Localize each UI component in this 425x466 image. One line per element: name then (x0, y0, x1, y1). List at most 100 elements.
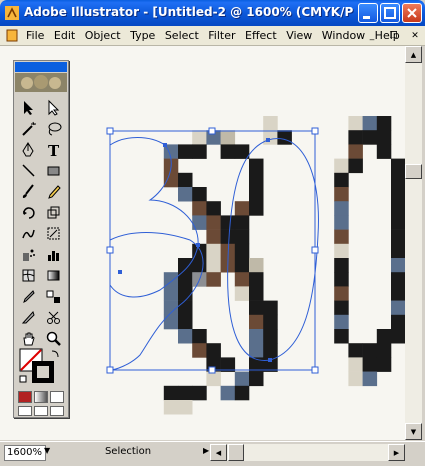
lasso-tool-icon (48, 122, 62, 136)
document-icon[interactable] (6, 29, 18, 42)
horizontal-scroll-thumb[interactable] (228, 444, 244, 461)
menu-object[interactable]: Object (85, 29, 121, 42)
mesh-tool-button[interactable] (16, 265, 41, 286)
close-icon (407, 8, 417, 18)
type-tool-button[interactable]: T (41, 139, 66, 160)
line-segment-tool-button[interactable] (16, 160, 41, 181)
pixel (334, 229, 349, 245)
hand-tool-button[interactable] (16, 328, 41, 349)
column-graph-tool-button[interactable] (41, 244, 66, 265)
slice-tool-icon (21, 311, 35, 324)
pixel (334, 243, 349, 259)
line-segment-tool-icon (22, 164, 35, 177)
full-screen-menubar-mode-icon[interactable] (34, 406, 48, 416)
pixel (249, 343, 264, 358)
magic-wand-tool-button[interactable] (16, 118, 41, 139)
magic-wand-tool-icon (22, 121, 36, 136)
pixel (263, 314, 278, 330)
vertical-scrollbar[interactable]: ▲ ▼ (405, 46, 422, 440)
pixel (206, 343, 221, 358)
zoom-tool-button[interactable] (41, 328, 66, 349)
pixel (334, 329, 349, 344)
doc-close-button[interactable]: ✕ (407, 29, 423, 44)
none-mode-icon[interactable] (50, 391, 64, 403)
minimize-button[interactable] (358, 3, 378, 23)
slice-tool-button[interactable] (16, 307, 41, 328)
pixel (376, 357, 392, 372)
free-transform-tool-button[interactable] (41, 223, 66, 244)
pixel (206, 243, 221, 259)
close-button[interactable] (402, 3, 422, 23)
pixel (263, 343, 278, 358)
scroll-down-button[interactable]: ▼ (405, 423, 422, 440)
horizontal-scrollbar[interactable]: ◀ ▶ (210, 444, 405, 461)
pixel (178, 329, 193, 344)
full-screen-mode-icon[interactable] (50, 406, 64, 416)
minimize-icon (363, 16, 370, 19)
scale-tool-button[interactable] (41, 202, 66, 223)
pixel (178, 144, 193, 159)
blend-tool-button[interactable] (41, 286, 66, 307)
vertical-scroll-thumb[interactable] (405, 164, 422, 179)
pixel (234, 385, 250, 401)
gradient-mode-icon[interactable] (34, 391, 48, 403)
zoom-dropdown-icon[interactable]: ▼ (44, 446, 50, 455)
pixel (220, 215, 236, 230)
pixel (362, 130, 378, 145)
scissors-tool-button[interactable] (41, 307, 66, 328)
pixel (206, 258, 221, 273)
color-mode-icon[interactable] (18, 391, 32, 403)
illustrator-app-icon[interactable] (5, 6, 19, 20)
pixel (206, 371, 221, 387)
tools-panel-titlebar[interactable] (15, 62, 67, 72)
zoom-level-field[interactable]: 1600% (4, 445, 46, 461)
menu-view[interactable]: View (286, 29, 312, 42)
scroll-left-button[interactable]: ◀ (210, 444, 227, 461)
zoom-tool-icon (46, 331, 61, 346)
scroll-right-button[interactable]: ▶ (388, 444, 405, 461)
pixel (249, 300, 264, 316)
eyedropper-tool-button[interactable] (16, 286, 41, 307)
status-menu-arrow-icon[interactable]: ▶ (203, 446, 209, 455)
artboard-canvas[interactable]: T (0, 46, 405, 440)
lasso-tool-button[interactable] (41, 118, 66, 139)
pixel (376, 144, 392, 159)
gradient-tool-button[interactable] (41, 265, 66, 286)
pixel (249, 272, 264, 287)
pixel (334, 172, 349, 188)
selection-tool-button[interactable] (16, 97, 41, 118)
adobe-logo-icon[interactable] (15, 73, 67, 92)
bbox-handle (106, 246, 114, 254)
warp-tool-button[interactable] (16, 223, 41, 244)
pixel (362, 116, 378, 131)
menu-effect[interactable]: Effect (245, 29, 277, 42)
menu-type[interactable]: Type (130, 29, 155, 42)
pixel (178, 400, 193, 415)
menu-window[interactable]: Window (322, 29, 365, 42)
pixel (362, 343, 378, 358)
rotate-tool-button[interactable] (16, 202, 41, 223)
doc-restore-button[interactable]: ❐ (386, 29, 402, 44)
pixel (391, 158, 405, 174)
pixel (334, 158, 349, 174)
symbol-sprayer-tool-button[interactable] (16, 244, 41, 265)
direct-selection-tool-button[interactable] (41, 97, 66, 118)
paintbrush-tool-button[interactable] (16, 181, 41, 202)
pixel (362, 371, 378, 387)
menu-edit[interactable]: Edit (54, 29, 75, 42)
doc-minimize-button[interactable]: _ (364, 29, 380, 44)
standard-screen-mode-icon[interactable] (18, 406, 32, 416)
menu-select[interactable]: Select (165, 29, 199, 42)
flower-logo-icon (21, 75, 61, 89)
rectangle-tool-button[interactable] (41, 160, 66, 181)
pixel (163, 400, 179, 415)
pencil-tool-button[interactable] (41, 181, 66, 202)
restore-button[interactable] (380, 3, 400, 23)
menu-filter[interactable]: Filter (208, 29, 235, 42)
pen-tool-button[interactable] (16, 139, 41, 160)
scroll-up-button[interactable]: ▲ (405, 46, 422, 63)
free-transform-tool-icon (47, 227, 60, 240)
pixel (178, 258, 193, 273)
menu-file[interactable]: File (26, 29, 44, 42)
pixel (163, 314, 179, 330)
